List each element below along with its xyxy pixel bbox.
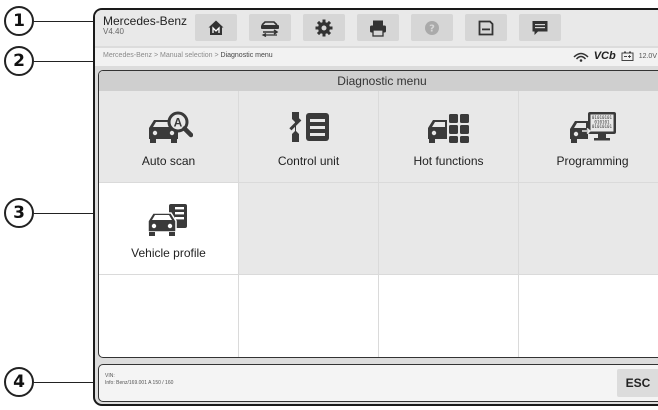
breadcrumb: Mercedes-Benz > Manual selection > Diagn…	[103, 52, 273, 59]
breadcrumb-bar: Mercedes-Benz > Manual selection > Diagn…	[95, 48, 658, 66]
callout-2: 2	[4, 46, 34, 76]
breadcrumb-current: Diagnostic menu	[220, 52, 273, 59]
help-button[interactable]: ?	[411, 14, 453, 41]
vin-label: VIN:	[105, 373, 115, 379]
tile-empty	[239, 183, 379, 275]
settings-button[interactable]	[303, 14, 345, 41]
vehicle-info: VIN: Info: Benz/169.001 A 150 / 160	[105, 373, 173, 387]
car-swap-icon	[261, 20, 279, 37]
message-icon	[532, 20, 548, 35]
svg-text:01010101: 01010101	[591, 124, 612, 129]
home-button[interactable]	[195, 14, 237, 41]
svg-text:?: ?	[429, 23, 435, 34]
callout-3-leader	[34, 213, 94, 214]
tile-label: Vehicle profile	[131, 246, 206, 260]
wifi-icon	[573, 52, 589, 62]
vehicle-profile-icon	[146, 204, 187, 236]
callout-4-number: 4	[13, 372, 25, 392]
tile-empty	[519, 275, 658, 357]
callout-3: 3	[4, 198, 34, 228]
software-version: V4.40	[103, 27, 124, 37]
gear-icon	[315, 19, 333, 36]
diagnostic-menu-panel: Diagnostic menu A Auto scan Control unit…	[98, 70, 658, 358]
tile-hot-functions[interactable]: Hot functions	[379, 91, 519, 183]
help-icon: ?	[425, 20, 439, 35]
esc-button[interactable]: ESC	[617, 369, 658, 397]
status-area: VCb 12.0V	[573, 50, 657, 62]
tablet-screen: Mercedes-Benz V4.40 ? Mercedes-Benz > Ma…	[93, 8, 658, 406]
battery-icon	[621, 51, 634, 61]
print-button[interactable]	[357, 14, 399, 41]
callout-1-number: 1	[13, 11, 25, 31]
tile-programming[interactable]: 01010101 010101 01010101 Programming	[519, 91, 658, 183]
tile-label: Hot functions	[413, 154, 484, 168]
hot-functions-icon	[427, 114, 469, 143]
programming-icon: 01010101 010101 01010101	[569, 112, 616, 143]
callout-2-number: 2	[13, 51, 25, 71]
bottom-bar: VIN: Info: Benz/169.001 A 150 / 160 ESC	[98, 364, 658, 402]
vehicle-info-text: Info: Benz/169.001 A 150 / 160	[105, 379, 174, 386]
tile-label: Programming	[556, 154, 629, 168]
printer-icon	[370, 20, 386, 37]
callout-4: 4	[4, 367, 34, 397]
tile-vehicle-profile[interactable]: Vehicle profile	[99, 183, 239, 275]
top-toolbar: Mercedes-Benz V4.40 ?	[95, 10, 658, 46]
auto-scan-icon: A	[148, 111, 193, 143]
tile-empty	[379, 275, 519, 357]
tile-empty	[379, 183, 519, 275]
save-icon	[478, 20, 494, 35]
callout-4-leader	[34, 382, 94, 383]
page-title: Diagnostic menu	[99, 71, 658, 91]
tile-empty	[99, 275, 239, 357]
vci-connection-label: VCb	[593, 50, 616, 62]
save-button[interactable]	[465, 14, 507, 41]
home-icon	[208, 20, 224, 35]
tile-label: Auto scan	[141, 154, 196, 168]
svg-text:A: A	[173, 116, 182, 130]
breadcrumb-path[interactable]: Mercedes-Benz > Manual selection >	[103, 52, 221, 59]
battery-voltage: 12.0V	[638, 52, 657, 60]
tile-auto-scan[interactable]: A Auto scan	[99, 91, 239, 183]
tile-control-unit[interactable]: Control unit	[239, 91, 379, 183]
callout-3-number: 3	[13, 203, 25, 223]
tile-label: Control unit	[277, 154, 340, 168]
callout-1-leader	[34, 21, 94, 22]
vehicle-swap-button[interactable]	[249, 14, 291, 41]
callout-2-leader	[34, 61, 94, 62]
tile-empty	[239, 275, 379, 357]
tile-empty	[519, 183, 658, 275]
vehicle-brand: Mercedes-Benz V4.40	[103, 14, 187, 37]
callout-1: 1	[4, 6, 34, 36]
data-logging-button[interactable]	[519, 14, 561, 41]
control-unit-icon	[288, 112, 329, 142]
